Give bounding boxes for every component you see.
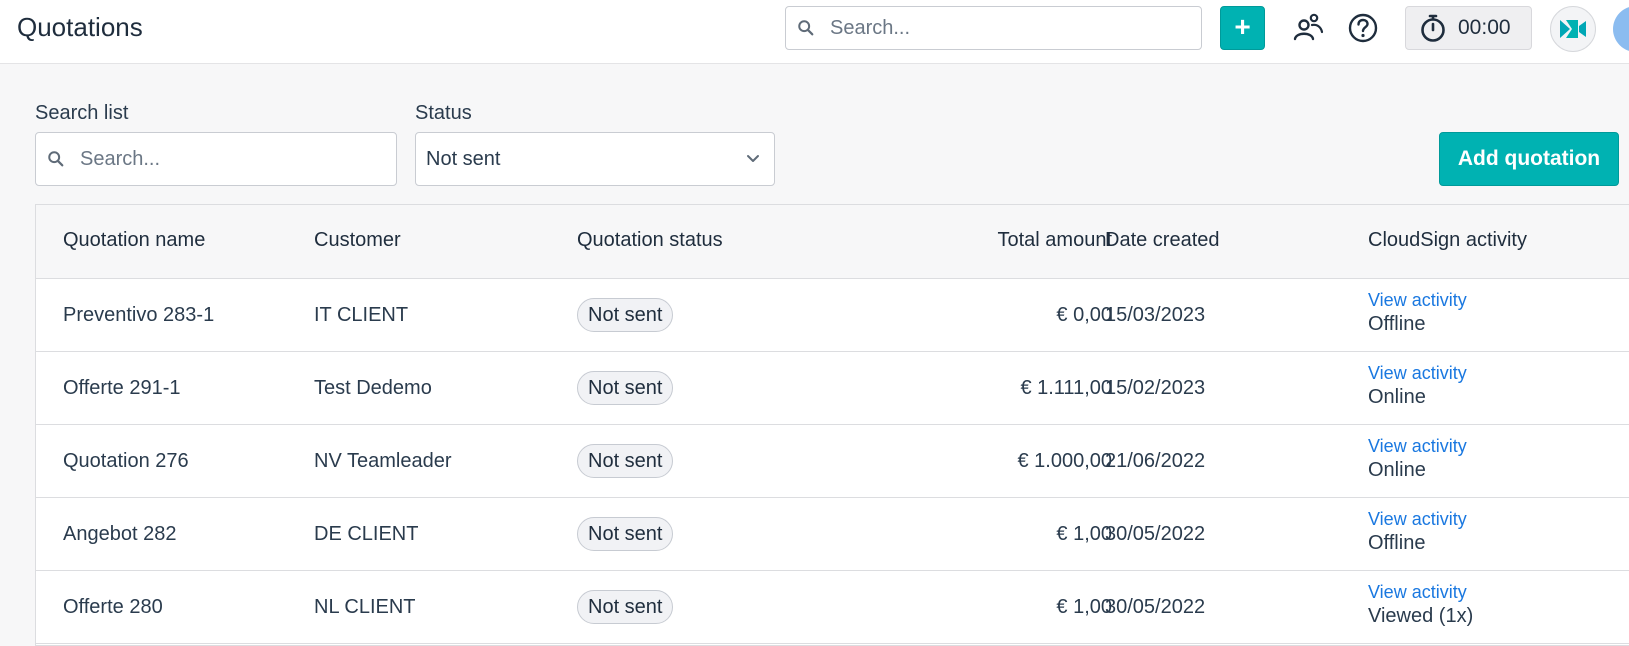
- total-amount: € 0,00: [1056, 304, 1112, 326]
- status-dropdown-value: Not sent: [426, 147, 501, 170]
- status-label: Status: [415, 102, 472, 124]
- timer-value: 00:00: [1458, 16, 1511, 39]
- quotation-name[interactable]: Offerte 291-1: [63, 377, 180, 400]
- avatar[interactable]: [1613, 6, 1629, 52]
- customer-name[interactable]: DE CLIENT: [314, 523, 418, 546]
- quotation-name[interactable]: Angebot 282: [63, 523, 176, 546]
- add-quotation-button[interactable]: Add quotation: [1439, 132, 1619, 186]
- activity-status: Offline: [1368, 532, 1426, 554]
- customer-name[interactable]: NL CLIENT: [314, 596, 416, 619]
- table-header: Quotation name Customer Quotation status…: [36, 205, 1629, 279]
- table-row[interactable]: Offerte 280 NL CLIENT Not sent € 1,00 30…: [36, 571, 1629, 644]
- table-row[interactable]: Preventivo 283-1 IT CLIENT Not sent € 0,…: [36, 279, 1629, 352]
- total-amount: € 1.000,00: [1017, 450, 1112, 472]
- video-call-button[interactable]: [1550, 6, 1596, 52]
- date-created: 21/06/2022: [1105, 450, 1206, 472]
- table-row[interactable]: Angebot 282 DE CLIENT Not sent € 1,00 30…: [36, 498, 1629, 571]
- customer-name[interactable]: Test Dedemo: [314, 377, 432, 400]
- search-list-label: Search list: [35, 102, 129, 124]
- column-header-date-created[interactable]: Date created: [1105, 229, 1220, 252]
- column-header-total-amount[interactable]: Total amount: [876, 229, 1112, 252]
- activity-status: Online: [1368, 386, 1426, 408]
- help-icon[interactable]: [1345, 10, 1381, 46]
- quotation-name[interactable]: Preventivo 283-1: [63, 304, 214, 327]
- view-activity-link[interactable]: View activity: [1368, 436, 1467, 457]
- status-badge: Not sent: [577, 517, 674, 551]
- status-badge: Not sent: [577, 444, 674, 478]
- quotation-name[interactable]: Quotation 276: [63, 450, 189, 473]
- global-search[interactable]: [785, 6, 1202, 50]
- column-header-quotation-name[interactable]: Quotation name: [63, 229, 205, 252]
- video-camera-icon: [1560, 20, 1586, 38]
- quick-add-button[interactable]: +: [1220, 6, 1265, 50]
- date-created: 15/02/2023: [1105, 377, 1206, 399]
- table-row[interactable]: Offerte 291-1 Test Dedemo Not sent € 1.1…: [36, 352, 1629, 425]
- list-search-input[interactable]: [36, 133, 396, 185]
- chevron-down-icon: [747, 155, 759, 162]
- view-activity-link[interactable]: View activity: [1368, 509, 1467, 530]
- page-title: Quotations: [17, 12, 143, 42]
- time-tracker[interactable]: 00:00: [1405, 6, 1532, 50]
- column-header-cloudsign-activity[interactable]: CloudSign activity: [1368, 229, 1527, 252]
- top-bar: Quotations + 00:00: [0, 0, 1629, 64]
- activity-status: Offline: [1368, 313, 1426, 335]
- users-icon[interactable]: [1290, 10, 1326, 46]
- stopwatch-icon: [1421, 14, 1445, 42]
- date-created: 30/05/2022: [1105, 523, 1206, 545]
- view-activity-link[interactable]: View activity: [1368, 290, 1467, 311]
- customer-name[interactable]: NV Teamleader: [314, 450, 451, 473]
- status-badge: Not sent: [577, 298, 674, 332]
- status-badge: Not sent: [577, 371, 674, 405]
- date-created: 30/05/2022: [1105, 596, 1206, 618]
- total-amount: € 1.111,00: [1020, 377, 1112, 399]
- total-amount: € 1,00: [1056, 523, 1112, 545]
- status-badge: Not sent: [577, 590, 674, 624]
- list-search[interactable]: [35, 132, 397, 186]
- date-created: 15/03/2023: [1105, 304, 1206, 326]
- activity-status: Viewed (1x): [1368, 605, 1474, 627]
- total-amount: € 1,00: [1056, 596, 1112, 618]
- status-dropdown[interactable]: Not sent: [415, 132, 775, 186]
- column-header-customer[interactable]: Customer: [314, 229, 401, 252]
- customer-name[interactable]: IT CLIENT: [314, 304, 408, 327]
- table-row[interactable]: Quotation 276 NV Teamleader Not sent € 1…: [36, 425, 1629, 498]
- column-header-quotation-status[interactable]: Quotation status: [577, 229, 723, 252]
- view-activity-link[interactable]: View activity: [1368, 363, 1467, 384]
- quotation-name[interactable]: Offerte 280: [63, 596, 163, 619]
- view-activity-link[interactable]: View activity: [1368, 582, 1467, 603]
- global-search-input[interactable]: [786, 7, 1201, 49]
- activity-status: Online: [1368, 459, 1426, 481]
- quotations-table: Quotation name Customer Quotation status…: [35, 204, 1629, 646]
